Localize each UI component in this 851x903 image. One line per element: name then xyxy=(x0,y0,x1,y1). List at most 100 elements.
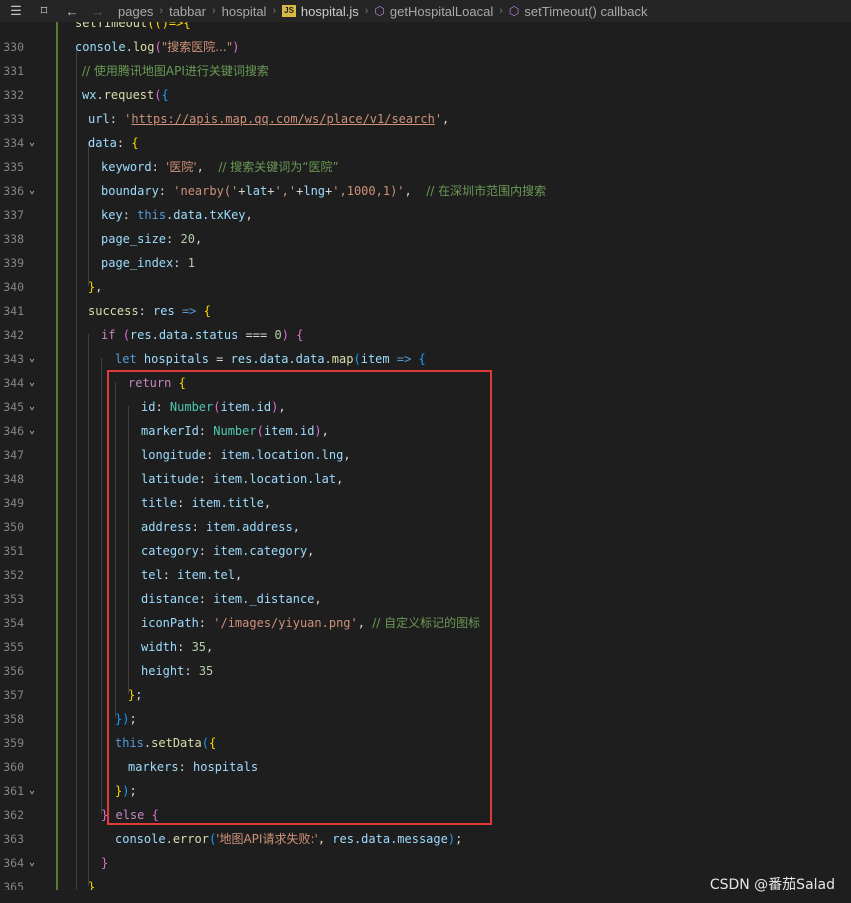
code-line: 340 page_index: 1 xyxy=(0,251,851,294)
code-editor[interactable]: 330 setTimeout(()=>{ 331 console.log("搜索… xyxy=(0,22,851,890)
code-token: tel xyxy=(141,568,163,582)
code-token: return xyxy=(128,376,172,390)
code-token: lng xyxy=(303,184,326,198)
code-token: "搜索医院..." xyxy=(161,40,233,54)
code-token: 1 xyxy=(187,256,195,270)
breadcrumb-item-file[interactable]: hospital.js xyxy=(301,4,359,19)
watermark: CSDN @番茄Salad xyxy=(709,877,835,893)
code-token: ',' xyxy=(274,184,297,198)
code-token: request xyxy=(103,88,155,102)
code-comment: // 在深圳市范围内搜索 xyxy=(426,184,547,198)
back-arrow-icon[interactable]: ← xyxy=(62,0,82,22)
code-token: error xyxy=(172,832,209,846)
code-line: 360 ⌄ this.setData({ xyxy=(0,731,851,796)
breadcrumb-item-hospital[interactable]: hospital xyxy=(222,4,267,19)
code-token: this xyxy=(115,736,144,750)
code-token: let xyxy=(115,352,137,366)
code-line: 363 ⌄ } else { xyxy=(0,803,851,868)
code-line: 352 category: item.category, xyxy=(0,539,851,582)
code-token: if xyxy=(101,328,116,342)
code-token: boundary xyxy=(101,184,159,198)
code-token: page_size xyxy=(101,232,167,246)
code-token: setData xyxy=(151,736,202,750)
breadcrumb: pages › tabbar › hospital › JS hospital.… xyxy=(118,4,647,19)
menu-icon[interactable]: ☰ xyxy=(6,0,26,22)
code-token: page_index xyxy=(101,256,174,270)
code-token: 35 xyxy=(191,640,207,654)
code-token: 35 xyxy=(198,664,214,678)
code-token: item.id xyxy=(263,424,315,438)
code-token: res.data.status xyxy=(129,328,239,342)
breadcrumb-item-callback[interactable]: setTimeout() callback xyxy=(524,4,647,19)
code-comment: // 自定义标记的图标 xyxy=(372,616,481,630)
code-line: 355 iconPath: '/images/yiyuan.png', // 自… xyxy=(0,611,851,654)
code-token: item.category xyxy=(213,544,308,558)
code-token: item.tel xyxy=(177,568,235,582)
code-token: map xyxy=(331,352,354,366)
javascript-file-icon: JS xyxy=(282,5,296,17)
code-line: 336 keyword: '医院', // 搜索关键词为“医院” xyxy=(0,155,851,198)
chevron-right-icon: › xyxy=(272,5,277,17)
code-line: 357 height: 35 xyxy=(0,659,851,702)
code-line: 332 // 使用腾讯地图API进行关键词搜索 xyxy=(0,59,851,102)
code-comment: // 搜索关键词为“医院” xyxy=(218,160,339,174)
code-line: 334 url: 'https://apis.map.qq.com/ws/pla… xyxy=(0,107,851,150)
code-line: 356 width: 35, xyxy=(0,635,851,678)
breadcrumb-bar: ☰ ⌑ ← → pages › tabbar › hospital › JS h… xyxy=(0,0,851,22)
code-line: 358 }; xyxy=(0,683,851,726)
code-line: 339 page_size: 20, xyxy=(0,227,851,270)
chevron-right-icon: › xyxy=(211,5,216,17)
code-line: 350 title: item.title, xyxy=(0,491,851,534)
breadcrumb-item-tabbar[interactable]: tabbar xyxy=(169,4,206,19)
code-line: 338 key: this.data.txKey, xyxy=(0,203,851,246)
code-line: 342 ⌄ success: res => { xyxy=(0,299,851,364)
code-token: (()=> xyxy=(147,22,184,30)
code-token: id xyxy=(141,400,156,414)
code-token: key xyxy=(101,208,123,222)
code-token: data.txKey xyxy=(173,208,246,222)
code-token: longitude xyxy=(141,448,207,462)
code-link[interactable]: https://apis.map.qq.com/ws/place/v1/sear… xyxy=(131,112,434,126)
code-line: 359 }); xyxy=(0,707,851,750)
forward-arrow-icon[interactable]: → xyxy=(88,0,108,22)
code-line: 335 ⌄ data: { xyxy=(0,131,851,196)
code-line: 349 latitude: item.location.lat, xyxy=(0,467,851,510)
code-token: height xyxy=(141,664,185,678)
code-line: 345 ⌄ return { xyxy=(0,371,851,436)
code-token: '/images/yiyuan.png' xyxy=(213,616,358,630)
code-token: === xyxy=(245,328,268,342)
code-token: keyword xyxy=(101,160,152,174)
code-token: console xyxy=(75,40,126,54)
code-line: 365 } xyxy=(0,851,851,890)
bookmark-icon[interactable]: ⌑ xyxy=(34,0,54,22)
chevron-right-icon: › xyxy=(499,5,503,17)
code-token: wx xyxy=(82,88,97,102)
code-token: iconPath xyxy=(141,616,199,630)
code-line: 331 console.log("搜索医院...") xyxy=(0,35,851,78)
code-token: 0 xyxy=(274,328,282,342)
breadcrumb-item-function[interactable]: getHospitalLoacal xyxy=(390,4,493,19)
code-token: item.location.lng xyxy=(220,448,344,462)
chevron-right-icon: › xyxy=(159,5,164,17)
code-token: 20 xyxy=(180,232,195,246)
code-line: 351 address: item.address, xyxy=(0,515,851,558)
code-token: '地图API请求失败:' xyxy=(216,832,318,846)
code-line: 344 ⌄ let hospitals = res.data.data.map(… xyxy=(0,347,851,412)
code-token: lat xyxy=(245,184,268,198)
code-token: markers xyxy=(128,760,179,774)
code-line: 341 }, xyxy=(0,275,851,318)
code-token: address xyxy=(141,520,192,534)
code-token: hospitals xyxy=(193,760,259,774)
code-line: 337 boundary: 'nearby('+lat+','+lng+',10… xyxy=(0,179,851,222)
code-token: success xyxy=(88,304,139,318)
code-line: 343 ⌄ if (res.data.status === 0) { xyxy=(0,323,851,388)
code-token: item._distance xyxy=(213,592,315,606)
code-comment: // 使用腾讯地图API进行关键词搜索 xyxy=(82,64,269,78)
code-token: Number xyxy=(213,424,257,438)
code-line: 348 longitude: item.location.lng, xyxy=(0,443,851,486)
breadcrumb-item-pages[interactable]: pages xyxy=(118,4,153,19)
code-token: item.location.lat xyxy=(213,472,337,486)
code-line: 330 setTimeout(()=>{ xyxy=(0,22,851,54)
code-line: 362 }); xyxy=(0,779,851,822)
code-token: markerId xyxy=(141,424,199,438)
